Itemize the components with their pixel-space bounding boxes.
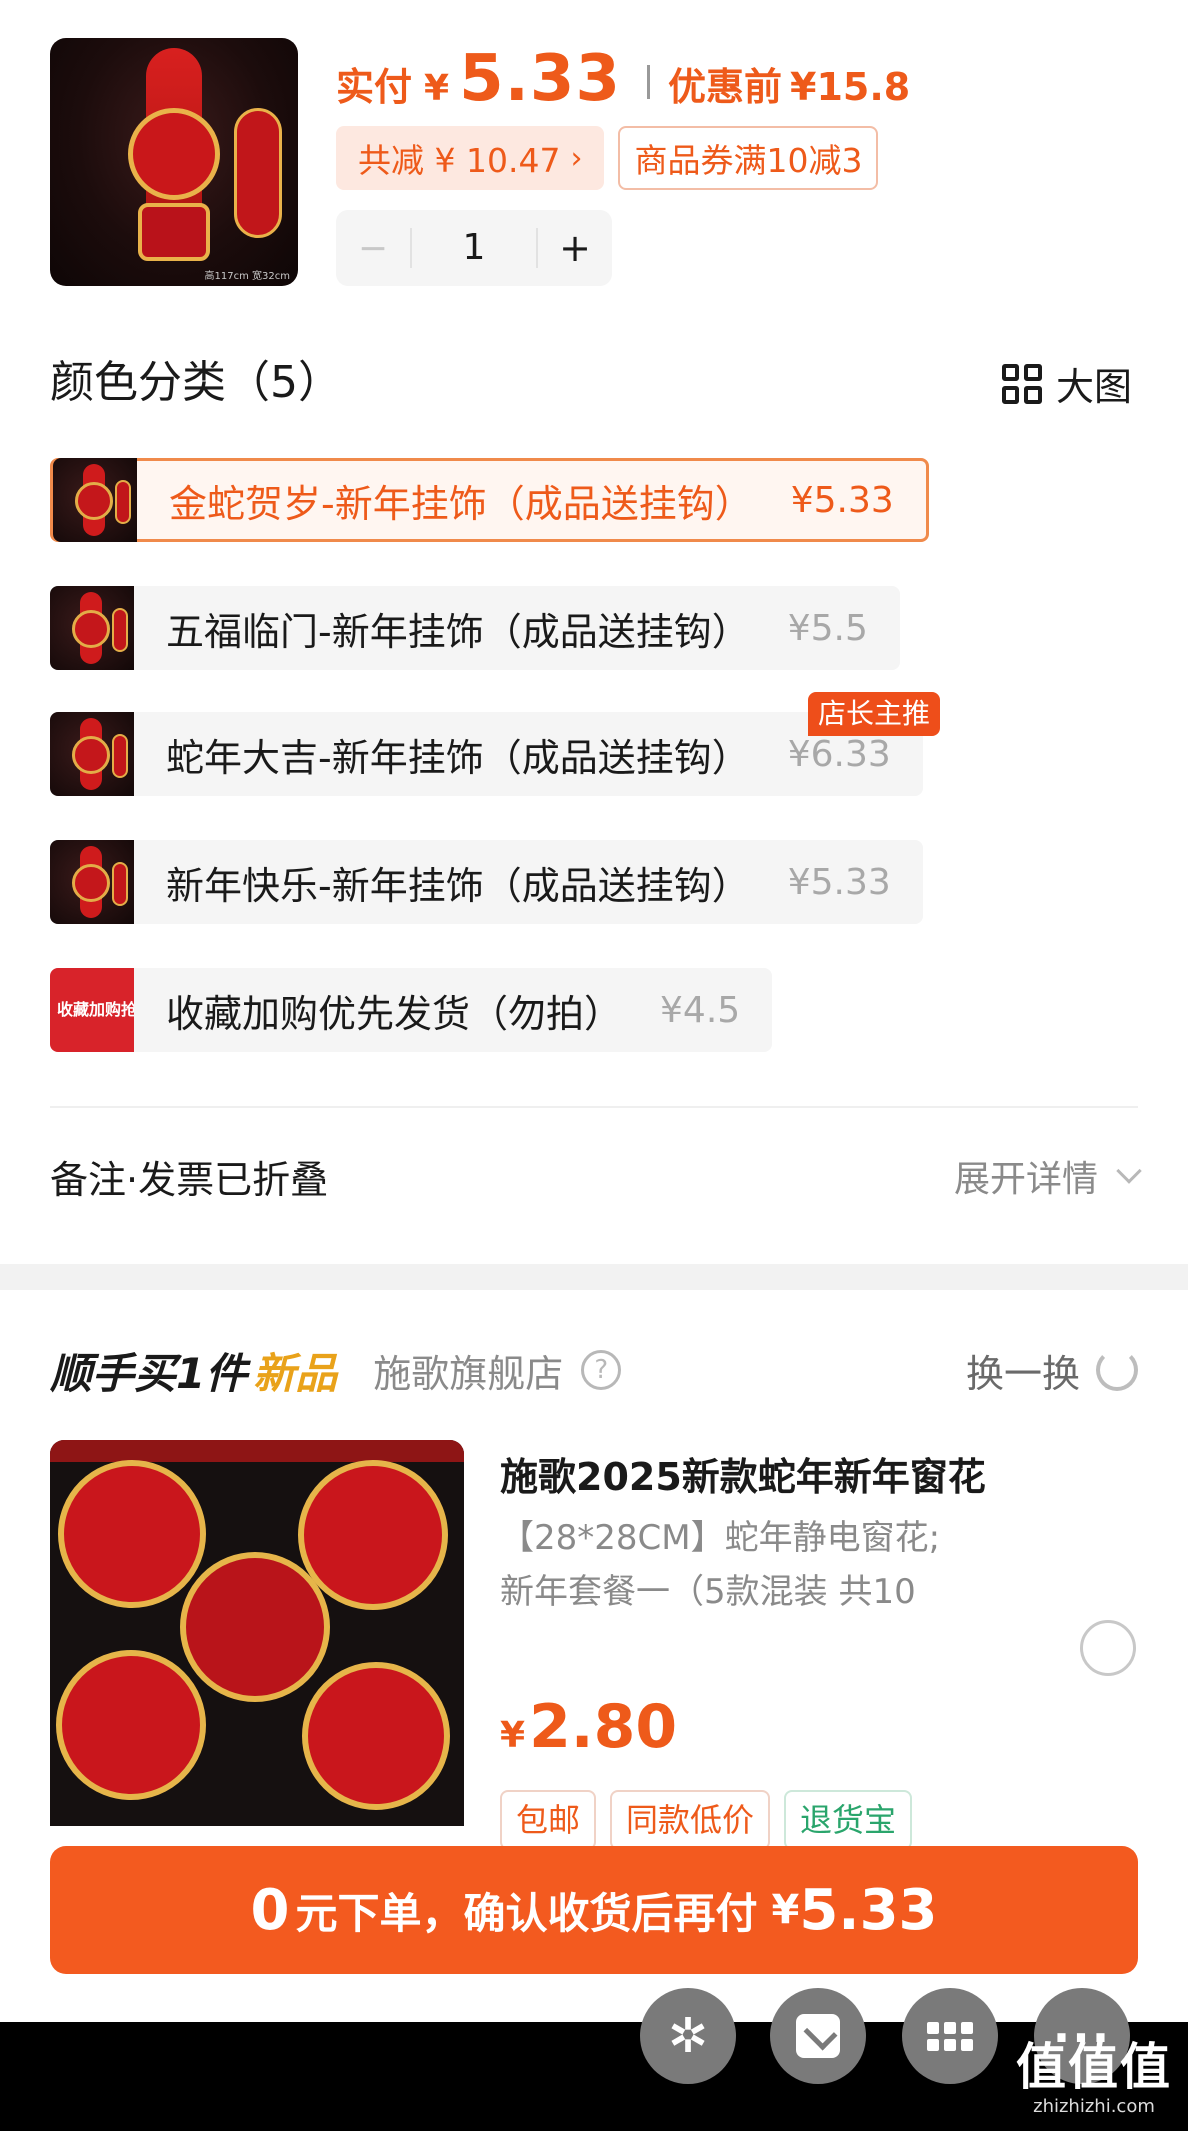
quantity-stepper: − 1 + [336,210,612,286]
pinwheel-icon: ✲ [667,2008,709,2064]
ornament-plate-shape [234,108,282,238]
quantity-value[interactable]: 1 [410,228,538,268]
window-flower-medal [180,1552,330,1702]
before-discount-amount: ¥15.8 [790,65,911,109]
remarks-invoice-label: 备注·发票已折叠 [50,1157,329,1202]
expand-details-label: 展开详情 [953,1159,1098,1200]
addon-heading: 顺手买1件 [50,1348,248,1398]
color-option-5[interactable]: 收藏加购抢先发货 收藏加购优先发货（勿拍） ¥4.5 [50,968,773,1052]
color-option-1[interactable]: 金蛇贺岁-新年挂饰（成品送挂钩） ¥5.33 [50,458,929,542]
total-saved-chip[interactable]: 共减 ¥ 10.47 › [336,126,605,190]
cta-amount: 5.33 [799,1877,938,1943]
color-option-3[interactable]: 蛇年大吉-新年挂饰（成品送挂钩） ¥6.33 [50,712,923,796]
watermark: 值值值 zhizhizhi.com [1016,2042,1172,2117]
bottom-dark-bar [0,2022,1188,2131]
watermark-url: zhizhizhi.com [1033,2096,1155,2117]
option-price: ¥4.5 [660,989,741,1031]
watermark-logo: 值值值 [1016,2038,1172,2096]
color-option-4[interactable]: 新年快乐-新年挂饰（成品送挂钩） ¥5.33 [50,840,923,924]
option-thumbnail [50,586,134,670]
remarks-invoice-row[interactable]: 备注·发票已折叠 展开详情 [50,1146,1142,1206]
cta-zero: 0 [250,1877,290,1943]
apps-grid-icon [927,2021,973,2051]
shop-recommend-badge: 店长主推 [808,692,941,736]
promo-thumbnail-text: 收藏加购抢先发货 [57,1000,134,1019]
ornament-tassel-shape [138,203,210,261]
option-name: 新年快乐-新年挂饰（成品送挂钩） [166,863,750,908]
pinwheel-button[interactable]: ✲ [640,1988,736,2084]
product-thumbnail[interactable]: 高117cm 宽32cm [50,38,298,286]
addon-price: ¥ 2.80 [500,1692,677,1762]
addon-header: 顺手买1件 新品 施歌旗舰店 ? 换一换 [50,1336,1138,1404]
tag-return-insurance: 退货宝 [784,1790,913,1850]
section-gap [0,1264,1188,1290]
paid-amount: 5.33 [459,42,621,116]
paid-yen-symbol: ¥ [424,68,450,109]
option-name: 收藏加购优先发货（勿拍） [166,991,623,1036]
addon-select-radio[interactable] [1080,1620,1136,1676]
tag-low-price: 同款低价 [610,1790,771,1850]
expand-details-button[interactable]: 展开详情 [953,1150,1142,1202]
addon-product-title[interactable]: 施歌2025新款蛇年新年窗花 [500,1446,986,1501]
order-confirm-page: 高117cm 宽32cm 实付 ¥ 5.33 优惠前 ¥15.8 共减 ¥ 10… [0,0,1188,2131]
addon-price-yen: ¥ [500,1715,526,1756]
cta-text: 元下单，确认收货后再付 [295,1888,758,1938]
addon-tags: 包邮 同款低价 退货宝 [500,1790,913,1850]
grid-view-icon [1001,363,1042,404]
option-name: 蛇年大吉-新年挂饰（成品送挂钩） [166,735,750,780]
before-discount-label: 优惠前 [667,65,782,109]
color-category-title: 颜色分类（5） [50,357,342,408]
option-price: ¥5.33 [787,861,891,903]
big-image-toggle[interactable]: 大图 [1001,356,1132,411]
swap-label: 换一换 [965,1351,1080,1396]
help-icon[interactable]: ? [581,1350,622,1390]
apps-button[interactable] [902,1988,998,2084]
option-thumbnail-promo: 收藏加购抢先发货 [50,968,134,1052]
addon-product-desc-line1: 【28*28CM】蛇年静电窗花; [500,1518,941,1558]
increase-quantity-button[interactable]: + [538,226,612,270]
thumbnail-dimension-text: 高117cm 宽32cm [204,271,290,282]
tag-free-shipping: 包邮 [500,1790,597,1850]
big-image-label: 大图 [1055,365,1132,409]
chevron-down-icon [1116,1158,1142,1184]
image-roof-decoration [50,1440,464,1462]
discount-chips: 共减 ¥ 10.47 › 商品券满10减3 [336,126,879,190]
total-saved-text: 共减 ¥ 10.47 [358,141,561,180]
decrease-quantity-button[interactable]: − [336,228,410,269]
download-button[interactable] [770,1988,866,2084]
window-flower-medal [56,1650,206,1800]
place-order-button[interactable]: 0 元下单，确认收货后再付 ¥ 5.33 [50,1846,1138,1974]
new-product-tag: 新品 [253,1348,338,1398]
coupon-chip[interactable]: 商品券满10减3 [618,126,879,190]
addon-price-amount: 2.80 [529,1692,678,1762]
option-name: 金蛇贺岁-新年挂饰（成品送挂钩） [169,481,753,526]
ornament-knot-shape [128,108,220,200]
store-name[interactable]: 施歌旗舰店 [373,1343,563,1398]
refresh-icon [1096,1349,1138,1391]
option-price: ¥6.33 [787,733,891,775]
download-icon [796,2014,840,2058]
window-flower-medal [302,1662,450,1810]
option-price: ¥5.5 [787,607,868,649]
color-option-2[interactable]: 五福临门-新年挂饰（成品送挂钩） ¥5.5 [50,586,900,670]
cta-yen: ¥ [771,1887,800,1933]
option-thumbnail [50,712,134,796]
option-price: ¥5.33 [790,479,894,521]
addon-product-image[interactable] [50,1440,464,1826]
option-thumbnail [53,458,137,542]
paid-label: 实付 [336,65,413,109]
addon-product-desc-line2: 新年套餐一（5款混装 共10 [500,1572,916,1612]
chevron-right-icon: › [570,140,583,176]
window-flower-medal [298,1460,448,1610]
paid-price-row: 实付 ¥ 5.33 优惠前 ¥15.8 [336,42,910,122]
section-divider [50,1106,1138,1108]
swap-button[interactable]: 换一换 [966,1343,1138,1398]
price-separator [646,65,650,99]
option-thumbnail [50,840,134,924]
window-flower-medal [58,1460,206,1608]
option-name: 五福临门-新年挂饰（成品送挂钩） [166,609,750,654]
